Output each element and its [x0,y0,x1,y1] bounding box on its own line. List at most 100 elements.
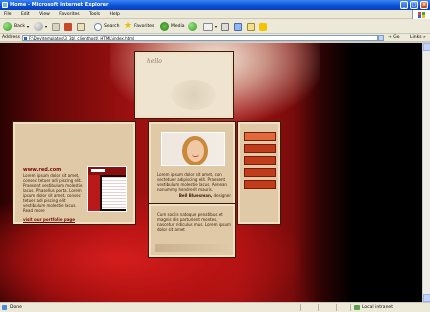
nav-item-5[interactable] [244,180,276,189]
stop-icon [52,22,60,31]
back-label: Back [14,24,25,29]
info-ornament [155,244,231,252]
history-button[interactable] [188,21,197,32]
ie-icon [2,2,8,8]
forward-dropdown-icon: ▾ [45,24,48,29]
links-label: Links [410,35,422,40]
portfolio-description: Lorem ipsum dolor sit amet, consec tetue… [23,173,83,213]
toolbar: Back ▾ ▾ Search ★ Favorites Media ▾ [0,19,430,34]
window-title: Home - Microsoft Internet Explorer [10,2,109,8]
favorites-button[interactable]: ★ Favorites [124,21,154,32]
info-text: Cum sociis natoque penatibus et magnis d… [157,212,231,232]
menu-tools[interactable]: Tools [85,10,104,19]
mail-button[interactable]: ▾ [203,21,217,32]
stop-button[interactable] [52,21,60,32]
scroll-up-button[interactable] [423,43,430,51]
messenger-icon [259,22,267,31]
nav-item-1[interactable] [244,132,276,141]
go-label: Go [393,35,400,40]
portfolio-text-block: www.red.com Lorem ipsum dolor sit amet, … [23,168,83,223]
menu-file[interactable]: File [0,10,16,19]
thumbnail-body [102,177,126,209]
print-button[interactable] [221,21,229,32]
menu-view[interactable]: View [35,10,54,19]
nav-item-2[interactable] [244,144,276,153]
testimonial-text-block: Lorem ipsum dolor sit amet, con sectetue… [157,172,231,198]
portfolio-thumbnail[interactable] [87,166,127,212]
go-button[interactable]: ➔ Go [388,35,399,41]
status-divider [350,304,351,311]
nav-item-4[interactable] [244,168,276,177]
links-chevron-icon: » [423,35,426,40]
scroll-down-button[interactable] [423,294,430,302]
author-name: Bell Bluesman, [178,193,213,198]
status-divider [318,304,319,311]
page-viewport: hello www.red.com Lorem ipsum dolor sit … [0,43,430,302]
mail-icon [203,22,213,31]
author-role: designer [213,193,231,198]
close-button[interactable]: × [420,1,428,9]
address-bar: Address F:\Dev\templates\3_3b\_clienthos… [0,34,430,42]
security-zone-label: Local intranet [362,305,393,310]
mail-dropdown-icon: ▾ [215,24,218,29]
refresh-button[interactable] [64,21,72,32]
maximize-button[interactable]: □ [410,1,418,9]
testimonial-photo [161,132,225,166]
media-icon [160,22,169,31]
history-icon [188,22,197,31]
page-done-icon [2,305,7,310]
menu-bar: File Edit View Favorites Tools Help [0,10,430,19]
forward-button[interactable]: ▾ [34,21,47,32]
search-label: Search [104,24,120,29]
header-ornament [171,80,216,110]
messenger-button[interactable] [259,21,267,32]
back-button[interactable]: Back ▾ [3,21,29,32]
portfolio-panel: www.red.com Lorem ipsum dolor sit amet, … [12,121,136,225]
intranet-zone-icon [354,305,360,310]
window-titlebar: Home - Microsoft Internet Explorer _ □ × [0,0,430,10]
address-value: F:\Dev\templates\3_3b\_clienthost\_HTML\… [29,36,135,41]
vertical-scrollbar[interactable] [422,43,430,302]
status-bar: Done Local intranet [0,302,430,312]
address-dropdown-button[interactable] [378,35,384,41]
search-icon [94,22,102,31]
back-dropdown-icon: ▾ [26,24,29,29]
edit-page-icon [234,22,242,31]
page-icon [24,37,27,40]
windows-logo-icon [412,10,430,19]
header-panel: hello [134,51,234,119]
menu-edit[interactable]: Edit [17,10,34,19]
discuss-button[interactable] [247,21,255,32]
forward-arrow-icon [34,22,43,31]
go-arrow-icon: ➔ [388,35,392,40]
menu-help[interactable]: Help [106,10,124,19]
back-arrow-icon [3,22,12,31]
address-input[interactable]: F:\Dev\templates\3_3b\_clienthost\_HTML\… [22,35,378,41]
star-icon: ★ [124,21,133,31]
thumbnail-header [88,167,126,175]
minimize-button[interactable]: _ [400,1,408,9]
home-icon [77,22,85,31]
status-text: Done [10,305,22,310]
favorites-label: Favorites [134,24,155,29]
nav-item-3[interactable] [244,156,276,165]
navigation-panel [237,121,281,225]
menu-favorites[interactable]: Favorites [55,10,83,19]
info-panel: Cum sociis natoque penatibus et magnis d… [148,203,236,258]
portfolio-more-link[interactable]: visit our portfolio page [23,217,83,222]
media-label: Media [171,24,185,29]
testimonial-author: Bell Bluesman, designer [157,193,231,198]
home-button[interactable] [77,21,85,32]
edit-button[interactable] [234,21,242,32]
address-label: Address [2,35,20,40]
status-divider [336,304,337,311]
search-button[interactable]: Search [94,21,119,32]
header-scribble: hello [147,58,162,65]
folder-icon [247,22,255,31]
refresh-icon [64,22,72,31]
links-button[interactable]: Links » [410,34,426,42]
thumbnail-sidebar [88,175,100,211]
status-divider [300,304,301,311]
testimonial-quote: Lorem ipsum dolor sit amet, con sectetue… [157,172,227,192]
media-button[interactable]: Media [160,21,185,32]
